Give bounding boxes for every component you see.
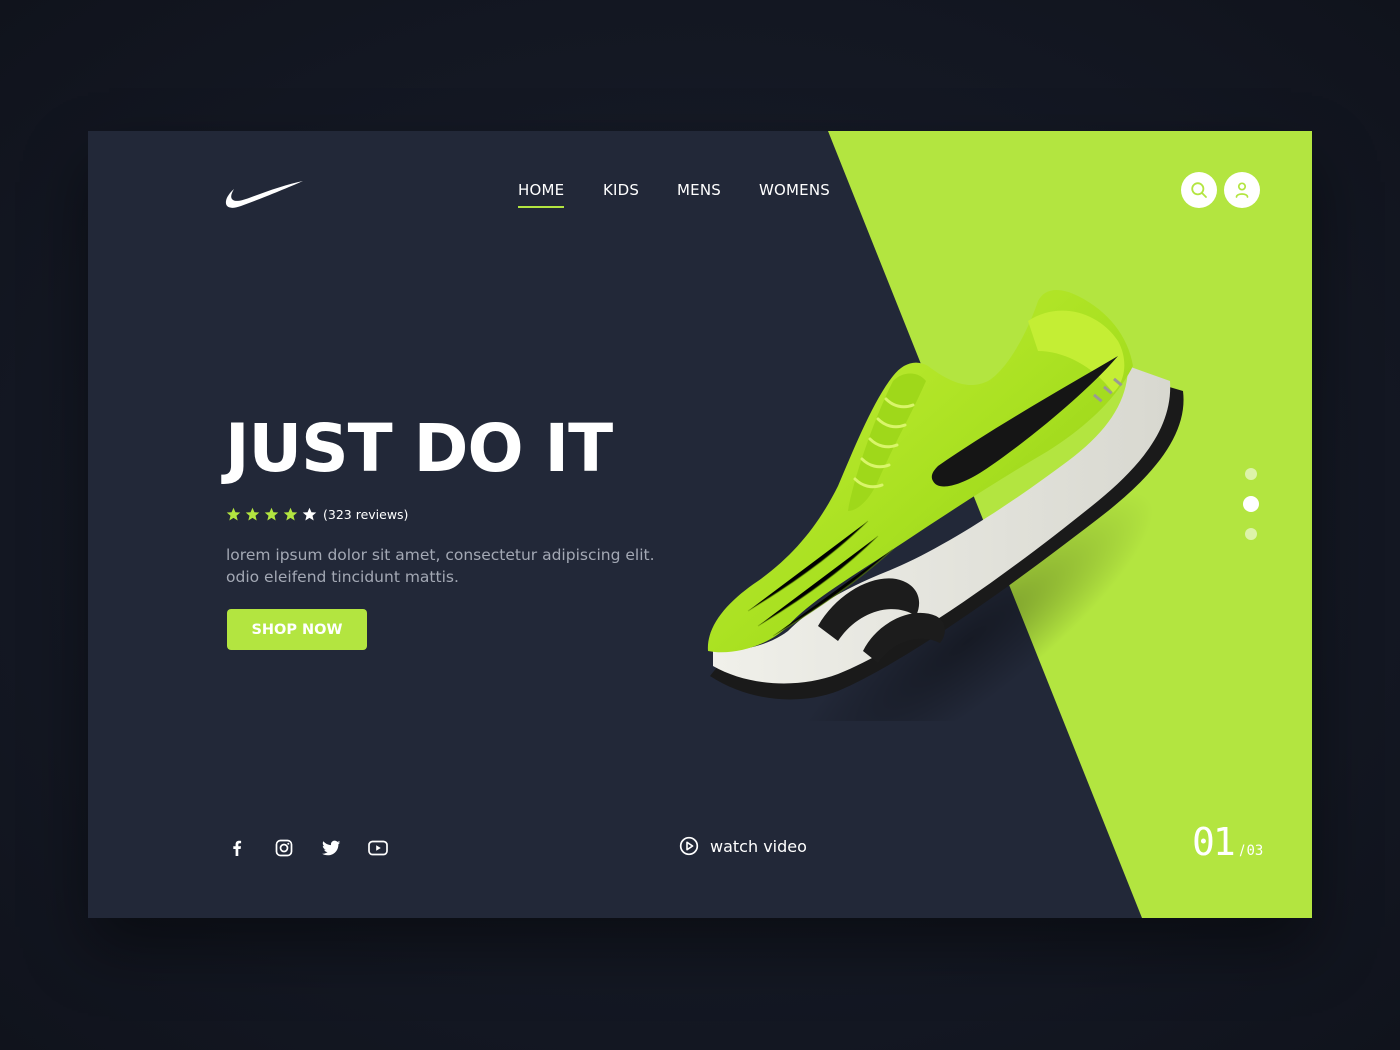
star-rating: (323 reviews) [226,507,408,522]
nav-item-mens[interactable]: MENS [677,181,721,199]
watch-video-label: watch video [710,836,807,856]
star-icon [283,507,298,521]
swoosh-icon[interactable] [225,179,305,211]
nav-item-home[interactable]: HOME [518,181,565,208]
account-button[interactable] [1224,172,1260,208]
nav-item-kids[interactable]: KIDS [603,181,639,199]
search-button[interactable] [1181,172,1217,208]
hero-description: lorem ipsum dolor sit amet, consectetur … [226,546,655,586]
slider-dot-3[interactable] [1245,528,1257,540]
hero-title: JUST DO IT [225,410,613,487]
star-icon [264,507,279,521]
star-icon [302,507,317,521]
facebook-link[interactable] [226,837,248,859]
sneaker-image [707,289,1184,721]
instagram-link[interactable] [273,837,295,859]
twitter-link[interactable] [320,837,342,859]
slider-dot-2[interactable] [1243,496,1259,512]
review-count[interactable]: (323 reviews) [323,507,408,522]
slider-dot-1[interactable] [1245,468,1257,480]
shop-now-button[interactable]: SHOP NOW [227,609,367,650]
hero-card: HOME KIDS MENS WOMENS JUST DO IT (323 re… [88,131,1312,918]
youtube-link[interactable] [367,837,389,859]
nav-item-womens[interactable]: WOMENS [759,181,830,199]
youtube-icon [368,840,388,856]
slide-separator: / [1239,843,1245,859]
facebook-icon [233,840,242,856]
slide-counter: 01 / 03 [1192,823,1263,861]
slide-current: 01 [1192,820,1236,864]
user-icon [1235,182,1249,198]
search-icon [1191,182,1207,198]
play-icon [679,836,699,856]
star-icon [226,507,241,521]
twitter-icon [321,840,340,855]
page-background: HOME KIDS MENS WOMENS JUST DO IT (323 re… [0,0,1400,1050]
slide-total: 03 [1246,843,1264,859]
instagram-icon [275,839,293,857]
star-icon [245,507,260,521]
watch-video-button[interactable]: watch video [679,836,807,856]
